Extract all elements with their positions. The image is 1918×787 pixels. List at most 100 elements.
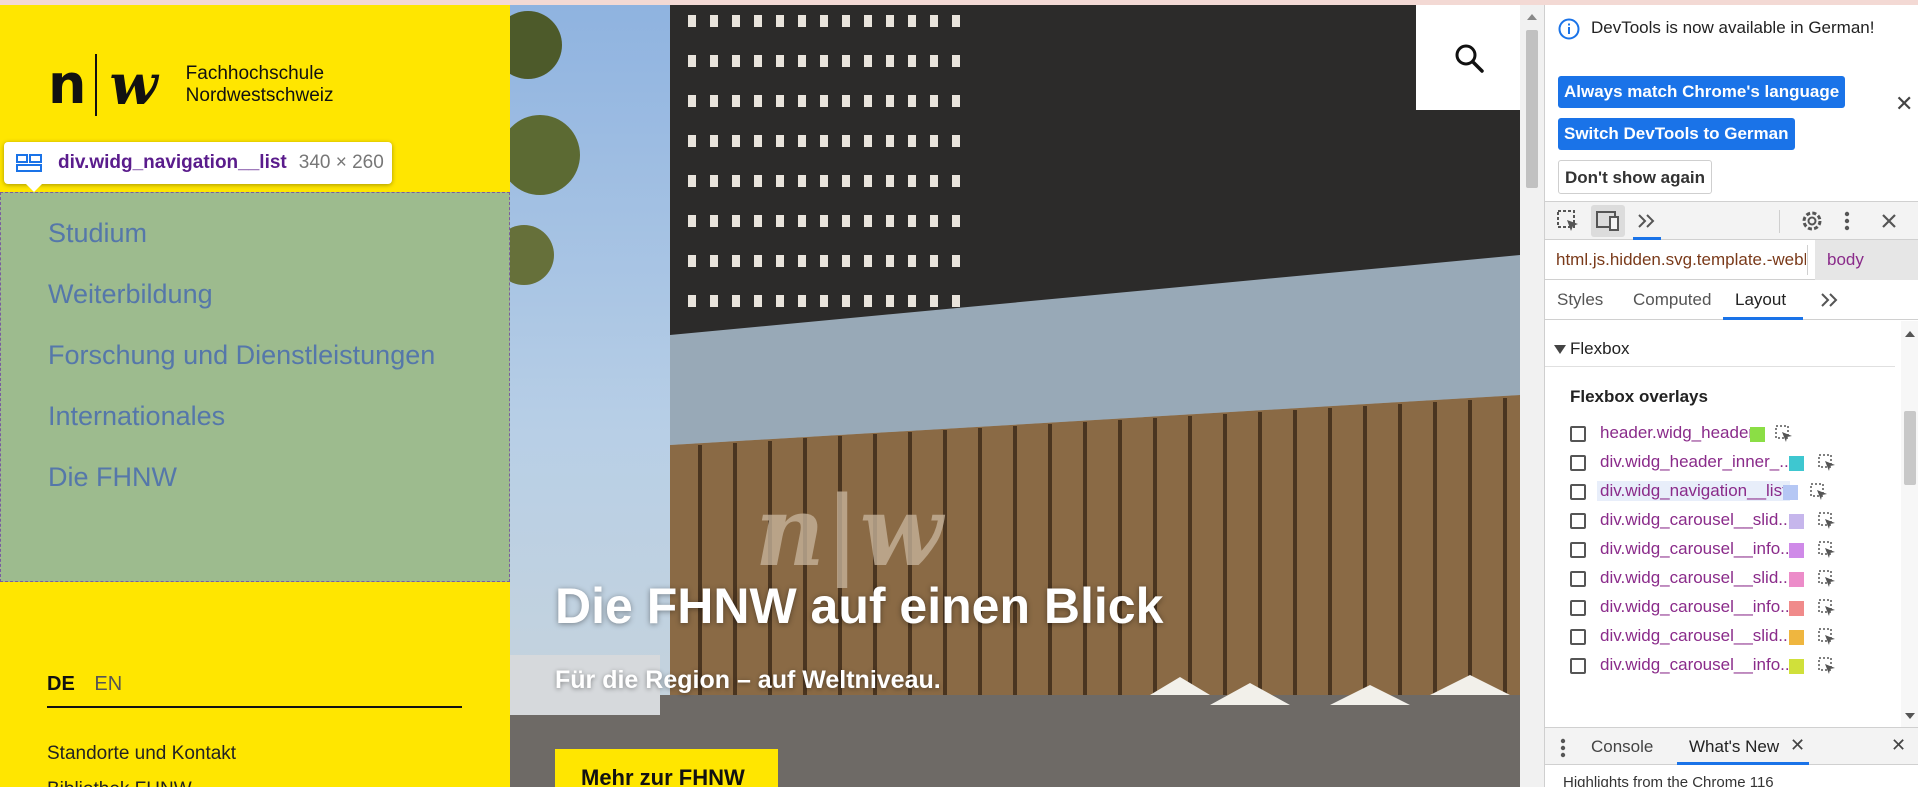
reveal-element-icon[interactable] xyxy=(1818,599,1836,617)
reveal-element-icon[interactable] xyxy=(1775,425,1793,443)
overlay-row: div.widg_carousel__info... xyxy=(1570,653,1890,679)
nav-item-weiterbildung[interactable]: Weiterbildung xyxy=(48,279,213,310)
infobar-message: DevTools is now available in German! xyxy=(1591,18,1875,37)
site-sidebar: n w Fachhochschule Nordwestschweiz Studi… xyxy=(0,5,510,787)
overlay-checkbox[interactable] xyxy=(1570,484,1586,500)
reveal-element-icon[interactable] xyxy=(1818,454,1836,472)
tooltip-selector: div.widg_navigation__list xyxy=(58,152,287,173)
search-icon xyxy=(1455,44,1484,73)
scroll-up-arrow-icon[interactable] xyxy=(1905,331,1915,337)
switch-to-german-button[interactable]: Switch DevTools to German xyxy=(1558,118,1795,150)
nav-item-studium[interactable]: Studium xyxy=(48,218,147,249)
close-devtools-icon[interactable] xyxy=(1877,209,1901,233)
overlay-color-swatch[interactable] xyxy=(1783,485,1798,500)
layout-scroll-thumb[interactable] xyxy=(1904,411,1916,485)
element-inspect-tooltip: div.widg_navigation__list 340 × 260 xyxy=(4,142,392,192)
tab-layout[interactable]: Layout xyxy=(1735,290,1786,310)
breadcrumb-body[interactable]: body xyxy=(1815,240,1918,280)
drawer-tab-console[interactable]: Console xyxy=(1591,737,1653,757)
overlay-color-swatch[interactable] xyxy=(1789,543,1804,558)
overlay-color-swatch[interactable] xyxy=(1789,659,1804,674)
footer-link-bibliothek[interactable]: Bibliothek FHNW xyxy=(47,779,192,787)
reveal-element-icon[interactable] xyxy=(1818,628,1836,646)
devtools-toolbar xyxy=(1545,201,1918,240)
reveal-element-icon[interactable] xyxy=(1818,570,1836,588)
overlay-row: div.widg_carousel__slid... xyxy=(1570,624,1890,650)
toolbar-separator xyxy=(1779,210,1780,233)
page-scrollbar[interactable] xyxy=(1520,5,1544,787)
scroll-up-arrow-icon[interactable] xyxy=(1527,14,1537,20)
overlay-checkbox[interactable] xyxy=(1570,542,1586,558)
reveal-element-icon[interactable] xyxy=(1818,512,1836,530)
logo-wordmark: Fachhochschule Nordwestschweiz xyxy=(186,63,334,107)
scroll-down-arrow-icon[interactable] xyxy=(1905,713,1915,719)
drawer-menu-icon[interactable] xyxy=(1557,736,1569,760)
logo-divider xyxy=(95,54,98,116)
overlay-label: div.widg_carousel__info... xyxy=(1600,655,1795,674)
nav-item-internationales[interactable]: Internationales xyxy=(48,401,225,432)
overlay-checkbox[interactable] xyxy=(1570,455,1586,471)
building-logo: n|w xyxy=(755,475,946,588)
overlay-color-swatch[interactable] xyxy=(1789,514,1804,529)
elements-subtabs: Styles Computed Layout xyxy=(1545,280,1918,320)
footer-link-standorte[interactable]: Standorte und Kontakt xyxy=(47,743,236,765)
lang-en-link[interactable]: EN xyxy=(94,673,122,695)
nav-item-die-fhnw[interactable]: Die FHNW xyxy=(48,462,177,493)
device-toolbar-icon[interactable] xyxy=(1595,209,1621,233)
search-button[interactable] xyxy=(1416,5,1520,110)
reveal-element-icon[interactable] xyxy=(1818,541,1836,559)
lang-de-link[interactable]: DE xyxy=(47,673,75,695)
hero-cta-button[interactable]: Mehr zur FHNW xyxy=(555,749,778,787)
overlay-checkbox[interactable] xyxy=(1570,426,1586,442)
overlay-row: header.widg_header xyxy=(1570,421,1890,447)
flexbox-section-header[interactable]: Flexbox xyxy=(1545,335,1895,367)
overlay-label: header.widg_header xyxy=(1600,423,1755,442)
overlay-checkbox[interactable] xyxy=(1570,513,1586,529)
overlay-label: div.widg_header_inner_... xyxy=(1600,452,1794,471)
tab-computed[interactable]: Computed xyxy=(1633,290,1711,310)
breadcrumb-html[interactable]: html.js.hidden.svg.template.-webkit- xyxy=(1556,250,1806,270)
layout-pane: Flexbox Flexbox overlays header.widg_hea… xyxy=(1545,321,1918,727)
overlay-checkbox[interactable] xyxy=(1570,600,1586,616)
website-viewport: n w Fachhochschule Nordwestschweiz Studi… xyxy=(0,5,1544,787)
hero-carousel: n|w Die FHNW auf einen Blick Für die Reg… xyxy=(510,5,1520,787)
overlay-checkbox[interactable] xyxy=(1570,629,1586,645)
overlay-color-swatch[interactable] xyxy=(1789,630,1804,645)
info-icon xyxy=(1558,18,1580,40)
close-drawer-icon[interactable]: ✕ xyxy=(1891,735,1906,756)
devtools-drawer: Console What's New ✕ ✕ Highlights from t… xyxy=(1545,727,1918,787)
overlay-row: div.widg_carousel__slid... xyxy=(1570,508,1890,534)
reveal-element-icon[interactable] xyxy=(1810,483,1828,501)
dont-show-again-button[interactable]: Don't show again xyxy=(1558,160,1713,194)
more-tabs-icon[interactable] xyxy=(1819,288,1841,312)
overlay-checkbox[interactable] xyxy=(1570,571,1586,587)
overlay-label: div.widg_carousel__info... xyxy=(1600,539,1795,558)
fhnw-logo[interactable]: n w Fachhochschule Nordwestschweiz xyxy=(48,53,334,117)
kebab-menu-icon[interactable] xyxy=(1839,209,1855,233)
language-infobar: DevTools is now available in German! ✕ A… xyxy=(1545,5,1918,197)
overlay-checkbox[interactable] xyxy=(1570,658,1586,674)
tab-styles[interactable]: Styles xyxy=(1557,290,1603,310)
language-switch: DE EN xyxy=(47,673,122,696)
overlay-color-swatch[interactable] xyxy=(1750,427,1765,442)
match-language-button[interactable]: Always match Chrome's language xyxy=(1558,76,1846,108)
close-tab-icon[interactable]: ✕ xyxy=(1790,735,1805,756)
overlay-color-swatch[interactable] xyxy=(1789,456,1804,471)
overlay-label: div.widg_navigation__list xyxy=(1597,481,1790,501)
overlay-color-swatch[interactable] xyxy=(1789,572,1804,587)
dom-breadcrumb: html.js.hidden.svg.template.-webkit- bod… xyxy=(1545,240,1918,280)
page-scroll-thumb[interactable] xyxy=(1526,30,1538,188)
layout-scrollbar[interactable] xyxy=(1901,321,1918,727)
infobar-close-icon[interactable]: ✕ xyxy=(1895,91,1913,117)
nav-item-forschung[interactable]: Forschung und Dienstleistungen xyxy=(48,340,435,371)
overlay-row: div.widg_navigation__list xyxy=(1570,479,1890,505)
inspect-element-icon[interactable] xyxy=(1555,209,1581,233)
hero-title: Die FHNW auf einen Blick xyxy=(555,578,1164,634)
more-panels-icon[interactable] xyxy=(1635,209,1659,233)
drawer-tab-whats-new[interactable]: What's New xyxy=(1689,737,1779,757)
reveal-element-icon[interactable] xyxy=(1818,657,1836,675)
navigation-list-highlight: Studium Weiterbildung Forschung und Dien… xyxy=(0,192,510,582)
overlay-color-swatch[interactable] xyxy=(1789,601,1804,616)
overlay-label: div.widg_carousel__slid... xyxy=(1600,568,1793,587)
settings-icon[interactable] xyxy=(1799,209,1825,233)
